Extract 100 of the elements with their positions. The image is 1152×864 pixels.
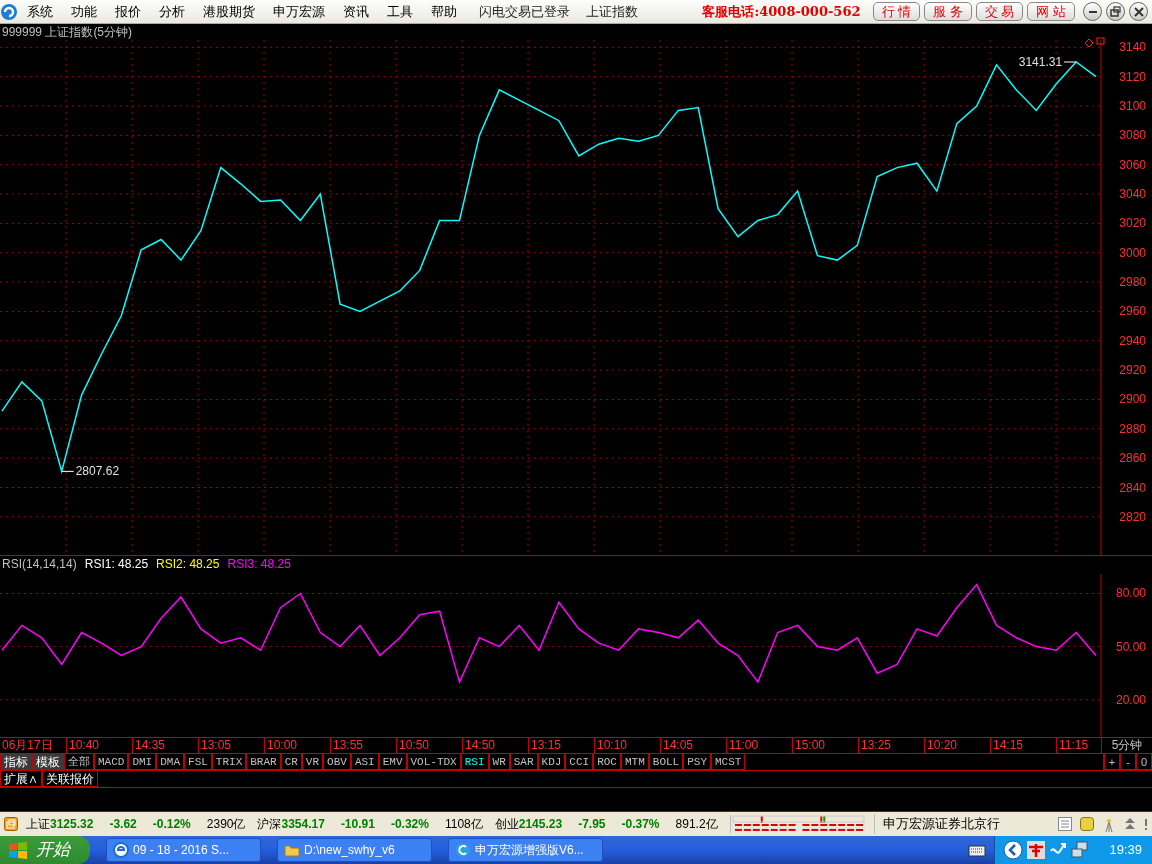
toolbar-button[interactable]: 服 务 [924, 2, 972, 21]
index-change: -0.12% [152, 816, 191, 833]
indicator-tab[interactable]: CCI [565, 754, 594, 770]
layout-icons-drawing [1084, 37, 1105, 48]
axis-label: 3060 [1119, 157, 1146, 172]
indicator-tab[interactable]: SAR [509, 754, 538, 770]
restore-icon [1110, 6, 1121, 17]
app-logo-icon [0, 2, 18, 21]
indicator-tab[interactable]: VR [301, 754, 324, 770]
medical-cross-icon[interactable] [1027, 841, 1046, 859]
zoom-button[interactable]: 0 [1136, 754, 1152, 770]
indicator-tab[interactable]: RSI [460, 754, 489, 770]
leader-line [61, 470, 75, 472]
indicator-tab[interactable]: ASI [350, 754, 379, 770]
menu-item[interactable]: 系统 [18, 1, 62, 22]
time-label: 10:20 [924, 738, 990, 753]
close-button[interactable] [1129, 2, 1148, 21]
start-button[interactable]: 开始 [0, 836, 90, 864]
restore-button[interactable] [1106, 2, 1125, 21]
menu-item[interactable]: 港股期货 [194, 1, 264, 22]
index-change: -10.91 [340, 816, 375, 833]
leader-line [1063, 61, 1077, 63]
taskbar-window[interactable]: 09 - 18 - 2016 S... [106, 838, 261, 862]
indicator-tab[interactable]: DMA [156, 754, 185, 770]
indicator-value: RSI1: 48.25 [84, 556, 149, 573]
index-change: -0.32% [390, 816, 429, 833]
time-label: 14:35 [132, 738, 198, 753]
menu-item[interactable]: 工具 [378, 1, 422, 22]
axis-label: 2900 [1119, 392, 1146, 407]
toolbar-button[interactable]: 行 情 [872, 2, 921, 21]
close-icon [1133, 6, 1144, 17]
index-quote: 创业2145.23 [494, 816, 563, 833]
taskbar-window[interactable]: D:\new_swhy_v6 [277, 838, 432, 862]
axis-label: 2920 [1119, 363, 1146, 378]
window-icon [4, 817, 18, 831]
axis-label: 2880 [1119, 421, 1146, 436]
index-volume: 891.2亿 [675, 816, 718, 833]
indicator-tab[interactable]: KDJ [537, 754, 566, 770]
arrows-up-icon [1124, 817, 1136, 831]
toolbar-button[interactable]: 网 站 [1027, 2, 1075, 21]
network-icon[interactable] [1071, 841, 1090, 859]
indicator-tab[interactable]: 全部 [64, 754, 94, 770]
indicator-tab[interactable]: OBV [323, 754, 351, 770]
menu-item[interactable]: 帮助 [422, 1, 466, 22]
menu-item[interactable]: 功能 [62, 1, 106, 22]
minimize-button[interactable] [1083, 2, 1102, 21]
indicator-tab[interactable]: PSY [683, 754, 711, 770]
axis-label: 3100 [1119, 99, 1146, 114]
clock: 19:39 [1109, 841, 1142, 860]
folder-icon [284, 842, 300, 858]
indicator-tab[interactable]: ROC [593, 754, 621, 770]
time-label: 13:55 [330, 738, 396, 753]
zoom-button[interactable]: - [1120, 754, 1136, 770]
indicator-tab[interactable]: FSL [184, 754, 212, 770]
toolbar-button[interactable]: 交 易 [975, 2, 1024, 21]
axis-label: 20.00 [1115, 692, 1146, 707]
indicator-tab[interactable]: BRAR [246, 754, 281, 770]
indicator-value: RSI2: 48.25 [156, 556, 220, 573]
minimize-icon [1088, 10, 1097, 13]
indicator-tab[interactable]: MTM [621, 754, 649, 770]
axis-label: 3000 [1119, 245, 1146, 260]
indicator-tab[interactable]: MCST [711, 754, 746, 770]
axis-label: 3040 [1119, 187, 1146, 202]
time-label: 10:10 [594, 738, 660, 753]
indicator-tab[interactable]: DMI [128, 754, 157, 770]
indicator-tab[interactable]: BOLL [648, 754, 684, 770]
time-label: 14:05 [660, 738, 726, 753]
menu-item[interactable]: 资讯 [334, 1, 378, 22]
indicator-tab[interactable]: MACD [94, 754, 129, 770]
time-label: 13:25 [858, 738, 924, 753]
indicator-name: RSI(14,14,14) [2, 556, 77, 573]
menu-item[interactable]: 申万宏源 [264, 1, 334, 22]
coin-icon [1080, 817, 1094, 831]
status-text: 闪电交易已登录 [479, 2, 571, 21]
indicator-tab[interactable]: 指标 [0, 754, 32, 770]
indicator-tab[interactable]: EMV [378, 754, 407, 770]
indicator-value: RSI3: 48.25 [227, 556, 291, 573]
panel-tab[interactable]: 关联报价 [42, 771, 98, 787]
time-label: 15:00 [792, 738, 858, 753]
panel-tab[interactable]: 扩展∧ [0, 771, 42, 787]
axis-label: 3120 [1119, 69, 1146, 84]
axis-label: 3140 [1119, 40, 1146, 55]
axis-label: 80.00 [1115, 586, 1146, 601]
time-label: 13:05 [198, 738, 264, 753]
period-label: 5分钟 [1101, 738, 1152, 753]
menu-item[interactable]: 分析 [150, 1, 194, 22]
list-icon [1058, 817, 1072, 831]
chevron-left-icon[interactable] [1003, 840, 1024, 860]
axis-label: 50.00 [1115, 639, 1146, 654]
indicator-tab[interactable]: WR [488, 754, 510, 770]
indicator-tab[interactable]: VOL-TDX [406, 754, 461, 770]
taskbar-window[interactable]: 申万宏源增强版V6... [448, 838, 603, 862]
indicator-tab[interactable]: 模板 [32, 754, 64, 770]
zoom-button[interactable]: + [1104, 754, 1120, 770]
axis-label: 2940 [1119, 333, 1146, 348]
hotline-text: 客服电话:4008-000-562 [702, 2, 861, 21]
indicator-tab[interactable]: CR [280, 754, 302, 770]
time-label: 14:50 [462, 738, 528, 753]
indicator-tab[interactable]: TRIX [211, 754, 247, 770]
menu-item[interactable]: 报价 [106, 1, 150, 22]
